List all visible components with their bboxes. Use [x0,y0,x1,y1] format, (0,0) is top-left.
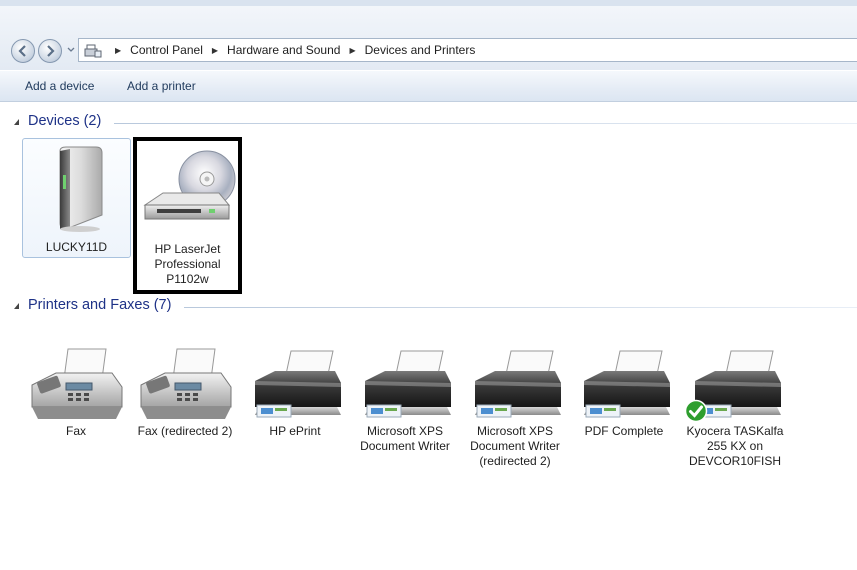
printer-icon [584,350,670,418]
device-lucky11d[interactable]: LUCKY11D [22,138,131,258]
breadcrumb-separator-icon[interactable]: ▶ [115,46,121,55]
device-hp-laserjet[interactable]: HP LaserJet Professional P1102w [133,137,242,294]
breadcrumb-control-panel[interactable]: Control Panel [129,43,204,57]
breadcrumb-separator-icon[interactable]: ▶ [349,46,355,55]
collapse-arrow-icon[interactable] [14,303,19,309]
add-device-button[interactable]: Add a device [25,79,94,93]
add-printer-button[interactable]: Add a printer [127,79,196,93]
printer-label: Microsoft XPS Document Writer [360,424,450,453]
default-check-icon [684,399,708,423]
printer-kyocera-taskalfa[interactable]: Kyocera TASKalfa 255 KX on DEVCOR10FISH [681,345,789,475]
printer-hp-eprint[interactable]: HP ePrint [241,345,349,475]
printer-label: Microsoft XPS Document Writer (redirecte… [470,424,560,468]
fax-icon [140,348,232,419]
printer-icon [365,350,451,418]
back-button[interactable] [11,39,35,63]
disc-drive-icon [143,150,236,220]
device-label: HP LaserJet Professional P1102w [154,242,221,286]
breadcrumb: ▶ Control Panel ▶ Hardware and Sound ▶ D… [107,39,476,61]
device-label: LUCKY11D [45,240,108,254]
printer-microsoft-xps-redirected[interactable]: Microsoft XPS Document Writer (redirecte… [461,345,569,475]
forward-button[interactable] [38,39,62,63]
breadcrumb-devices-and-printers[interactable]: Devices and Printers [364,43,477,57]
command-bar: Add a device Add a printer [0,70,857,102]
collapse-arrow-icon[interactable] [14,119,19,125]
printer-label: Kyocera TASKalfa 255 KX on DEVCOR10FISH [686,424,784,468]
printer-label: PDF Complete [584,424,664,438]
printer-microsoft-xps[interactable]: Microsoft XPS Document Writer [351,345,459,475]
printer-icon [255,350,341,418]
printer-pdf-complete[interactable]: PDF Complete [570,345,678,475]
address-bar-area: ▶ Control Panel ▶ Hardware and Sound ▶ D… [0,0,857,70]
forward-arrow-icon [47,45,55,57]
devices-group-header[interactable]: Devices (2) [14,113,857,133]
fax-icon [31,348,123,419]
back-arrow-icon [18,45,26,57]
recent-pages-dropdown-icon[interactable] [66,45,76,55]
printer-label: Fax [65,424,86,438]
window-top-edge [0,0,857,6]
printer-fax-redirected[interactable]: Fax (redirected 2) [131,345,239,475]
address-box[interactable]: ▶ Control Panel ▶ Hardware and Sound ▶ D… [78,38,857,62]
group-divider [184,307,857,308]
printer-icon [475,350,561,418]
devices-group-title: Devices (2) [28,113,102,129]
printers-group-title: Printers and Faxes (7) [28,297,172,313]
devices-printers-folder-icon [84,44,102,58]
printer-label: HP ePrint [269,424,321,438]
breadcrumb-separator-icon[interactable]: ▶ [212,46,218,55]
computer-tower-icon [59,146,103,232]
printer-label: Fax (redirected 2) [137,424,233,438]
group-divider [114,123,857,124]
breadcrumb-hardware-and-sound[interactable]: Hardware and Sound [226,43,341,57]
printer-fax[interactable]: Fax [22,345,130,475]
printers-group-header[interactable]: Printers and Faxes (7) [14,297,857,317]
